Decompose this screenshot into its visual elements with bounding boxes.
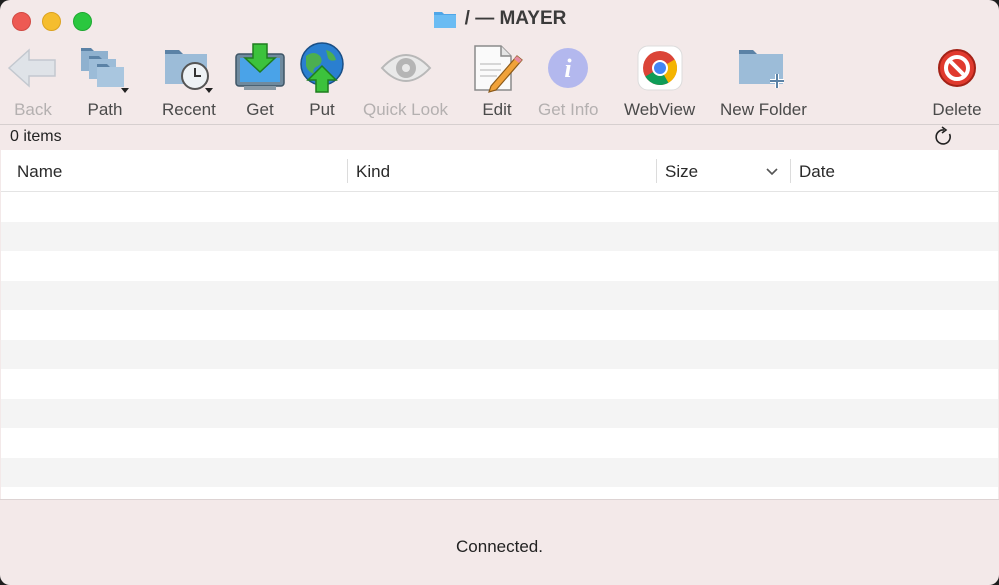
webview-button[interactable]: WebView xyxy=(624,42,695,120)
column-header-size[interactable]: Size xyxy=(665,162,698,182)
path-label: Path xyxy=(87,100,123,119)
empty-row xyxy=(1,398,998,428)
window-title: / — MAYER xyxy=(0,8,999,30)
back-label: Back xyxy=(14,100,52,119)
table-body xyxy=(1,192,998,499)
folder-icon xyxy=(433,12,456,28)
column-header-name[interactable]: Name xyxy=(17,162,62,182)
column-header-kind[interactable]: Kind xyxy=(356,162,390,182)
file-table: Name Kind Size Date xyxy=(1,150,998,499)
new-folder-button[interactable]: New Folder xyxy=(720,42,807,120)
get-label: Get xyxy=(246,100,274,119)
put-label: Put xyxy=(309,100,335,119)
column-divider[interactable] xyxy=(790,159,791,183)
empty-row xyxy=(1,280,998,310)
toolbar: Back Path Recent Get Put Quick Look Edit… xyxy=(0,40,999,124)
webview-label: WebView xyxy=(624,100,696,119)
empty-row xyxy=(1,457,998,487)
empty-row xyxy=(1,192,998,222)
get-info-label: Get Info xyxy=(538,100,599,119)
recent-label: Recent xyxy=(162,100,216,119)
delete-button[interactable]: Delete xyxy=(931,42,983,120)
empty-row xyxy=(1,221,998,251)
back-button[interactable]: Back xyxy=(7,42,59,120)
column-divider[interactable] xyxy=(347,159,348,183)
title-bar: / — MAYER xyxy=(0,0,999,40)
get-button[interactable]: Get xyxy=(234,42,286,120)
edit-button[interactable]: Edit xyxy=(471,42,523,120)
items-count: 0 items xyxy=(10,128,62,145)
info-icon: i xyxy=(542,42,594,94)
delete-label: Delete xyxy=(932,100,982,119)
empty-row xyxy=(1,428,998,458)
eye-icon xyxy=(380,42,432,94)
edit-label: Edit xyxy=(482,100,512,119)
get-info-button[interactable]: i Get Info xyxy=(538,42,598,120)
connection-status: Connected. xyxy=(456,537,543,556)
browser-window: / — MAYER Back Path Recent Get Put Quick… xyxy=(0,0,999,585)
delete-stop-icon xyxy=(931,42,983,94)
table-header: Name Kind Size Date xyxy=(1,150,998,192)
path-folders-icon xyxy=(79,42,131,94)
quick-look-label: Quick Look xyxy=(363,100,449,119)
empty-row xyxy=(1,369,998,399)
column-divider[interactable] xyxy=(656,159,657,183)
empty-row xyxy=(1,251,998,281)
empty-row xyxy=(1,310,998,340)
edit-pencil-icon xyxy=(471,42,523,94)
upload-globe-icon xyxy=(296,42,348,94)
svg-text:i: i xyxy=(565,54,573,83)
new-folder-label: New Folder xyxy=(720,100,807,119)
empty-row xyxy=(1,339,998,369)
window-title-text: / — MAYER xyxy=(464,8,567,29)
status-row: 0 items xyxy=(0,124,999,150)
chrome-icon xyxy=(634,42,686,94)
recent-button[interactable]: Recent xyxy=(162,42,216,120)
chevron-down-icon[interactable] xyxy=(765,164,779,178)
new-folder-icon xyxy=(737,42,789,94)
column-header-date[interactable]: Date xyxy=(799,162,835,182)
download-monitor-icon xyxy=(234,42,286,94)
empty-row xyxy=(1,487,998,499)
back-arrow-icon xyxy=(7,42,59,94)
refresh-icon[interactable] xyxy=(933,126,955,148)
recent-clock-folder-icon xyxy=(163,42,215,94)
status-bar: Connected. xyxy=(0,499,999,585)
quick-look-button[interactable]: Quick Look xyxy=(363,42,448,120)
path-button[interactable]: Path xyxy=(79,42,131,120)
put-button[interactable]: Put xyxy=(296,42,348,120)
